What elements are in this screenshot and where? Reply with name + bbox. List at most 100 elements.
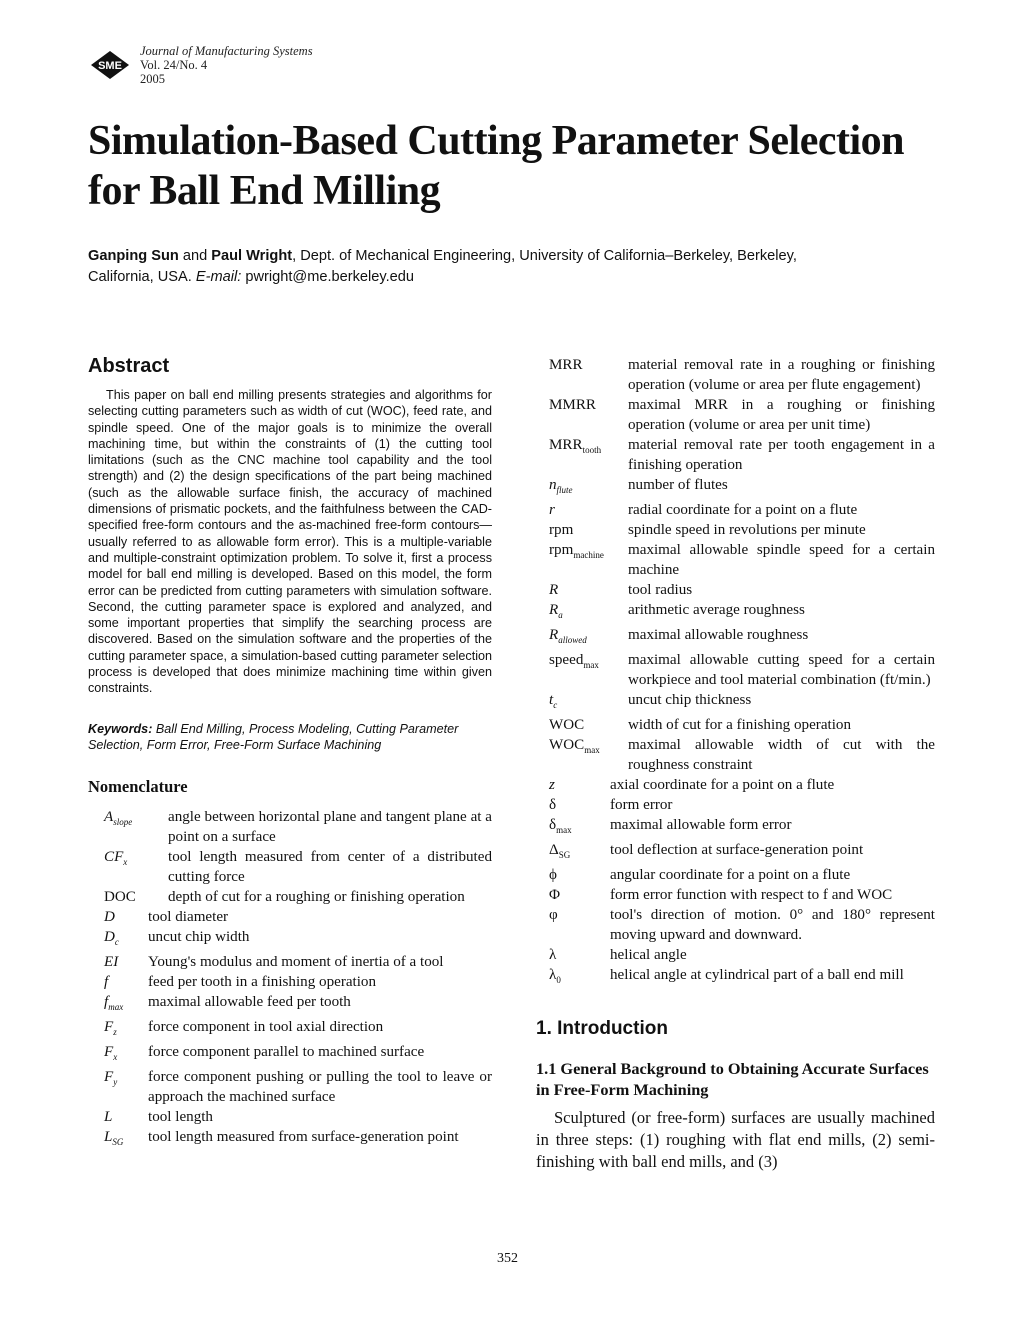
nomenclature-definition: radial coordinate for a point on a flute — [628, 502, 858, 519]
symbol-base: DOC — [104, 889, 136, 906]
symbol-subscript: SG — [112, 1137, 124, 1148]
nomenclature-entry: Rtool radius — [549, 580, 935, 600]
symbol-base: rpm — [549, 522, 574, 539]
nomenclature-definition: maximal allowable cutting speed for a ce… — [628, 652, 935, 689]
symbol-base: WOC — [549, 717, 585, 734]
logo-text: SME — [98, 60, 122, 72]
nomenclature-symbol: Φ — [549, 885, 610, 905]
nomenclature-definition: axial coordinate for a point on a flute — [610, 777, 835, 794]
nomenclature-entry: nflute number of flutes — [549, 475, 935, 500]
paper-title: Simulation-Based Cutting Parameter Selec… — [88, 116, 948, 216]
symbol-base: ϕ — [549, 867, 557, 884]
nomenclature-definition: force component in tool axial direction — [148, 1019, 384, 1036]
nomenclature-entry: DOC depth of cut for a roughing or finish… — [104, 887, 492, 907]
symbol-base: L — [104, 1109, 113, 1126]
nomenclature-definition: spindle speed in revolutions per minute — [628, 522, 866, 539]
nomenclature-entry: r radial coordinate for a point on a flut… — [549, 500, 935, 520]
nomenclature-definition: form error function with respect to f an… — [610, 887, 893, 904]
nomenclature-entry: Fz force component in tool axial directio… — [104, 1017, 492, 1042]
nomenclature-list-left: Aslope angle between horizontal plane and… — [88, 807, 492, 1152]
nomenclature-symbol: L — [104, 1107, 148, 1127]
nomenclature-definition: width of cut for a finishing operation — [628, 717, 852, 734]
nomenclature-definition: tool diameter — [148, 909, 229, 926]
symbol-base: φ — [549, 907, 558, 924]
nomenclature-definition: tool's direction of motion. 0° and 180° … — [610, 907, 935, 944]
symbol-base: f — [104, 974, 109, 991]
symbol-base: MRR — [549, 357, 583, 373]
symbol-base: WOC — [549, 737, 585, 754]
symbol-subscript: x — [123, 857, 128, 868]
nomenclature-symbol: f — [104, 972, 148, 992]
abstract-heading: Abstract — [88, 355, 170, 377]
introduction-subheading: 1.1 General Background to Obtaining Accu… — [536, 1059, 929, 1100]
nomenclature-entry: Rallowed maximal allowable roughness — [549, 625, 935, 650]
nomenclature-definition: maximal allowable form error — [610, 817, 792, 834]
symbol-subscript: c — [114, 937, 119, 948]
symbol-subscript: max — [584, 745, 600, 756]
introduction-body: Sculptured (or free-form) surfaces are u… — [536, 1108, 935, 1172]
symbol-base: Φ — [549, 887, 561, 904]
nomenclature-symbol: WOC — [549, 715, 628, 735]
nomenclature-definition: Young's modulus and moment of inertia of… — [148, 954, 444, 971]
nomenclature-symbol: ϕ — [549, 865, 610, 885]
nomenclature-symbol: rpmmachine — [549, 540, 628, 580]
symbol-subscript: a — [558, 610, 563, 621]
nomenclature-symbol: rpm — [549, 520, 628, 540]
nomenclature-list-right: MRR material removal rate in a roughing o… — [549, 355, 935, 990]
nomenclature-entry: speedmax maximal allowable cutting speed … — [549, 650, 935, 690]
nomenclature-entry: λ0 helical angle at cylindrical part of a… — [549, 965, 935, 990]
symbol-subscript: y — [113, 1077, 118, 1088]
nomenclature-definition: angular coordinate for a point on a flut… — [610, 867, 851, 884]
symbol-base: D — [104, 929, 115, 946]
symbol-subscript: x — [113, 1052, 118, 1063]
nomenclature-definition: helical angle at cylindrical part of a b… — [610, 967, 904, 984]
symbol-subscript: allowed — [558, 635, 587, 646]
nomenclature-entry: Fy force component pushing or pulling the… — [104, 1067, 492, 1107]
keywords: Keywords: Ball End Milling, Process Mode… — [88, 721, 492, 754]
symbol-base: speed — [549, 652, 584, 669]
symbol-base: R — [549, 602, 559, 619]
left-column: Abstract This paper on ball end milling … — [88, 355, 492, 1152]
nomenclature-entry: MMRR maximal MRR in a roughing or finishi… — [549, 395, 935, 435]
nomenclature-symbol: LSG — [104, 1127, 148, 1152]
nomenclature-definition: tool length — [148, 1109, 213, 1126]
nomenclature-symbol: Fz — [104, 1017, 148, 1042]
nomenclature-entry: δmax maximal allowable form error — [549, 815, 935, 840]
nomenclature-heading: Nomenclature — [88, 777, 188, 797]
nomenclature-symbol: MMRR — [549, 395, 628, 435]
symbol-base: r — [549, 502, 555, 519]
introduction-heading: 1. Introduction — [536, 1018, 668, 1040]
page-number: 352 — [497, 1251, 518, 1266]
nomenclature-symbol: λ — [549, 945, 610, 965]
author-conjunction: and — [178, 248, 212, 264]
nomenclature-entry: Fx force component parallel to machined s… — [104, 1042, 492, 1067]
author-email[interactable]: pwright@me.berkeley.edu — [241, 269, 414, 285]
symbol-base: R — [549, 627, 559, 644]
symbol-base: F — [104, 1044, 114, 1061]
nomenclature-entry: Ra arithmetic average roughness — [549, 600, 935, 625]
nomenclature-entry: tc uncut chip thickness — [549, 690, 935, 715]
abstract-body: This paper on ball end milling presents … — [88, 388, 492, 696]
nomenclature-definition: tool radius — [628, 582, 693, 599]
symbol-subscript: c — [553, 700, 558, 711]
symbol-base: δ — [549, 797, 557, 814]
keywords-label: Keywords: — [88, 721, 153, 736]
nomenclature-symbol: tc — [549, 690, 628, 715]
author-name: Ganping Sun — [88, 248, 179, 264]
nomenclature-entry: δ form error — [549, 795, 935, 815]
nomenclature-entry: WOC width of cut for a finishing operatio… — [549, 715, 935, 735]
nomenclature-entry: fmax maximal allowable feed per tooth — [104, 992, 492, 1017]
symbol-base: D — [104, 909, 115, 926]
nomenclature-entry: MRR material removal rate in a roughing o… — [549, 355, 935, 395]
symbol-base: CF — [104, 849, 124, 866]
nomenclature-entry: Aslope angle between horizontal plane and… — [104, 807, 492, 847]
nomenclature-definition: uncut chip thickness — [628, 692, 752, 709]
nomenclature-definition: material removal rate in a roughing or f… — [628, 357, 935, 393]
nomenclature-definition: uncut chip width — [148, 929, 250, 946]
symbol-base: rpm — [549, 542, 574, 559]
nomenclature-definition: tool length measured from center of a di… — [168, 849, 492, 886]
nomenclature-symbol: nflute — [549, 475, 628, 500]
nomenclature-entry: WOCmax maximal allowable width of cut wit… — [549, 735, 935, 775]
nomenclature-entry: ϕ angular coordinate for a point on a flu… — [549, 865, 935, 885]
journal-name: Journal of Manufacturing Systems — [140, 44, 313, 58]
